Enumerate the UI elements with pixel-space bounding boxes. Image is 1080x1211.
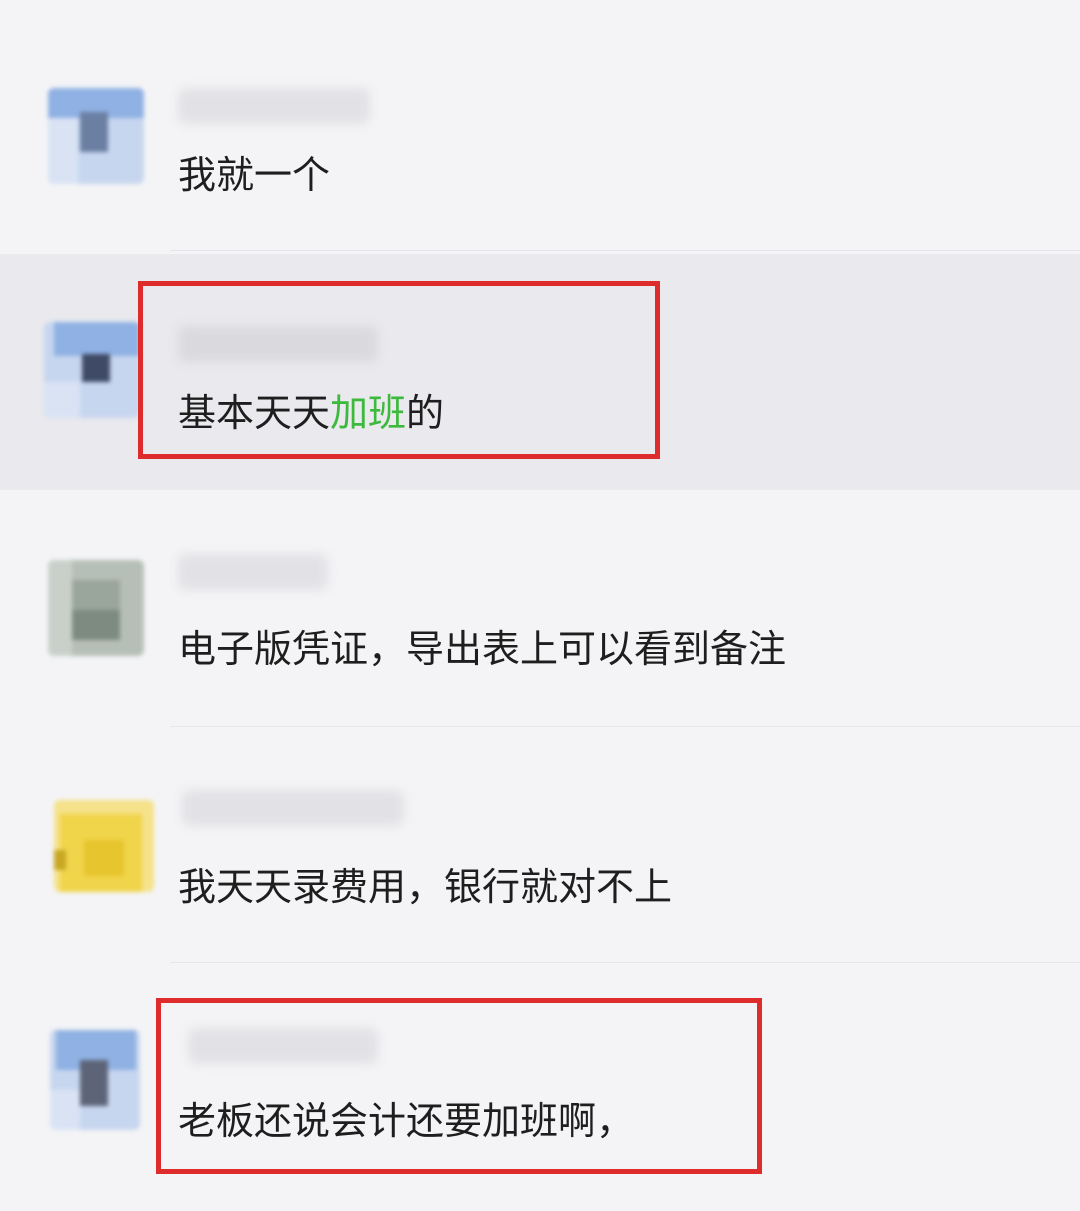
divider	[170, 726, 1080, 727]
sender-name	[182, 790, 404, 826]
sender-name	[178, 88, 370, 124]
avatar-pixel	[48, 560, 72, 656]
avatar-pixel	[54, 322, 140, 356]
message-text-part: 基本天天	[178, 391, 331, 435]
avatar-pixel	[54, 850, 66, 870]
message-text: 我天天录费用，银行就对不上	[178, 865, 673, 909]
message-text: 基本天天加班的	[178, 382, 444, 437]
avatar-pixel	[44, 382, 80, 418]
avatar[interactable]	[44, 322, 140, 418]
avatar-pixel	[84, 840, 124, 876]
message-text-part: 的	[406, 391, 445, 435]
chat-message-list: 我就一个 基本天天加班的 电子版凭证，导出表上可以看到备注 我天天录费用，银行就…	[0, 0, 1080, 1211]
divider	[170, 250, 1080, 251]
avatar-pixel	[80, 1060, 108, 1106]
avatar[interactable]	[48, 88, 144, 184]
avatar-pixel	[80, 112, 108, 152]
highlighted-word: 加班	[330, 391, 407, 435]
message-row[interactable]: 我就一个	[0, 60, 1080, 250]
sender-name	[188, 1028, 378, 1064]
message-row[interactable]: 老板还说会计还要加班啊，	[0, 966, 1080, 1196]
avatar[interactable]	[48, 560, 144, 656]
avatar-pixel	[48, 118, 78, 184]
message-text: 老板还说会计还要加班啊，	[178, 1099, 635, 1143]
avatar[interactable]	[50, 1030, 140, 1130]
avatar-pixel	[72, 610, 120, 640]
avatar-pixel	[50, 1090, 80, 1130]
message-text: 电子版凭证，导出表上可以看到备注	[178, 627, 787, 671]
message-row[interactable]: 基本天天加班的	[0, 254, 1080, 490]
message-row[interactable]: 我天天录费用，银行就对不上	[0, 730, 1080, 960]
message-row[interactable]: 电子版凭证，导出表上可以看到备注	[0, 494, 1080, 722]
avatar[interactable]	[54, 800, 154, 892]
avatar-pixel	[82, 354, 110, 382]
divider	[170, 962, 1080, 963]
sender-name	[178, 326, 378, 362]
sender-name	[178, 554, 328, 590]
message-text: 我就一个	[178, 153, 331, 197]
avatar-pixel	[72, 580, 120, 610]
